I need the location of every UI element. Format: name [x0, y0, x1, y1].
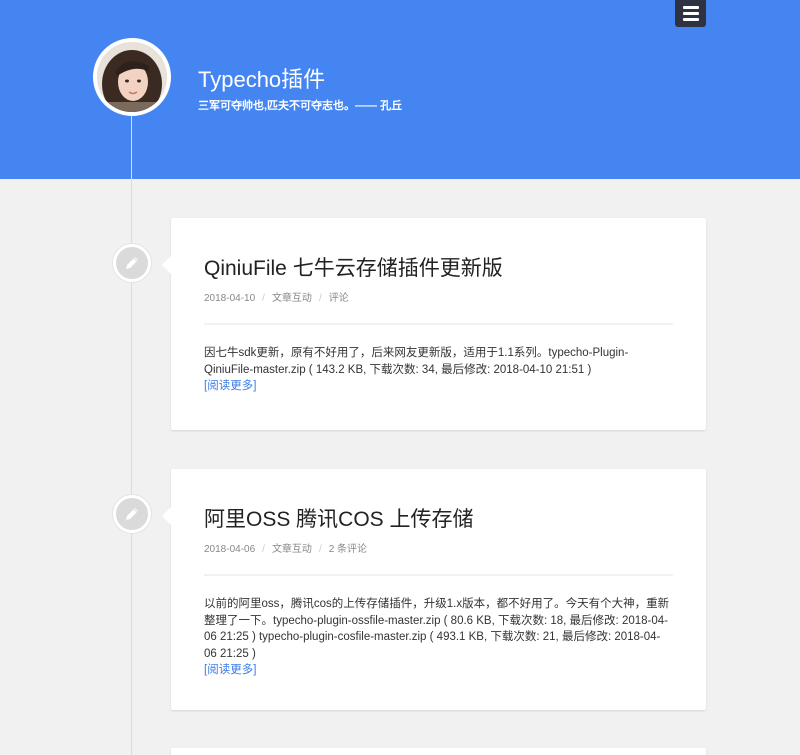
site-title[interactable]: Typecho插件 [198, 62, 325, 94]
pencil-icon [113, 495, 151, 533]
post-card: QiniuFile 七牛云存储插件更新版 2018-04-10/文章互动 / 评论 … [162, 218, 706, 430]
timeline-line [131, 116, 132, 755]
post-comments-link[interactable]: 2 条评论 [329, 544, 367, 555]
post-title[interactable]: QiniuFile 七牛云存储插件更新版 [204, 252, 503, 282]
post-date: 2018-04-10 [204, 293, 256, 304]
post-excerpt: 因七牛sdk更新，原有不好用了，后来网友更新版，适用于1.1系列。typecho… [204, 345, 674, 395]
post-date: 2018-04-06 [204, 544, 256, 555]
divider [204, 574, 673, 576]
post-title[interactable]: 阿里OSS 腾讯COS 上传存储 [204, 503, 474, 533]
read-more-link[interactable]: [阅读更多] [204, 662, 674, 679]
excerpt-line: 06 21:25 ) typecho-plugin-cosfile-master… [204, 631, 661, 643]
avatar[interactable] [93, 38, 171, 116]
post-excerpt: 以前的阿里oss，腾讯cos的上传存储插件，升级1.x版本，都不好用了。今天有个… [204, 596, 674, 679]
post-card: 阿里OSS 腾讯COS 上传存储 2018-04-06/文章互动/2 条评论 以… [162, 469, 706, 710]
post-meta: 2018-04-10/文章互动 / 评论 [204, 293, 349, 304]
post-card [171, 748, 706, 755]
post-meta: 2018-04-06/文章互动/2 条评论 [204, 544, 368, 555]
excerpt-line: 因七牛sdk更新，原有不好用了，后来网友更新版，适用于1.1系列。typecho… [204, 347, 629, 359]
pencil-icon [113, 244, 151, 282]
excerpt-line: 以前的阿里oss，腾讯cos的上传存储插件，升级1.x版本，都不好用了。今天有个… [204, 598, 670, 610]
excerpt-line: 06 21:25 ) [204, 647, 256, 660]
divider [204, 323, 673, 325]
post-category-link[interactable]: 文章互动 [272, 293, 312, 304]
post-comments-link[interactable]: 评论 [329, 293, 349, 304]
hamburger-icon[interactable] [675, 0, 706, 27]
post-category-link[interactable]: 文章互动 [272, 544, 312, 555]
read-more-link[interactable]: [阅读更多] [204, 378, 674, 395]
excerpt-line: QiniuFile-master.zip ( 143.2 KB, 下载次数: 3… [204, 363, 592, 376]
site-description: 三军可夺帅也,匹夫不可夺志也。—— 孔丘 [198, 100, 403, 112]
excerpt-line: 整理了一下。typecho-plugin-ossfile-master.zip … [204, 614, 668, 627]
